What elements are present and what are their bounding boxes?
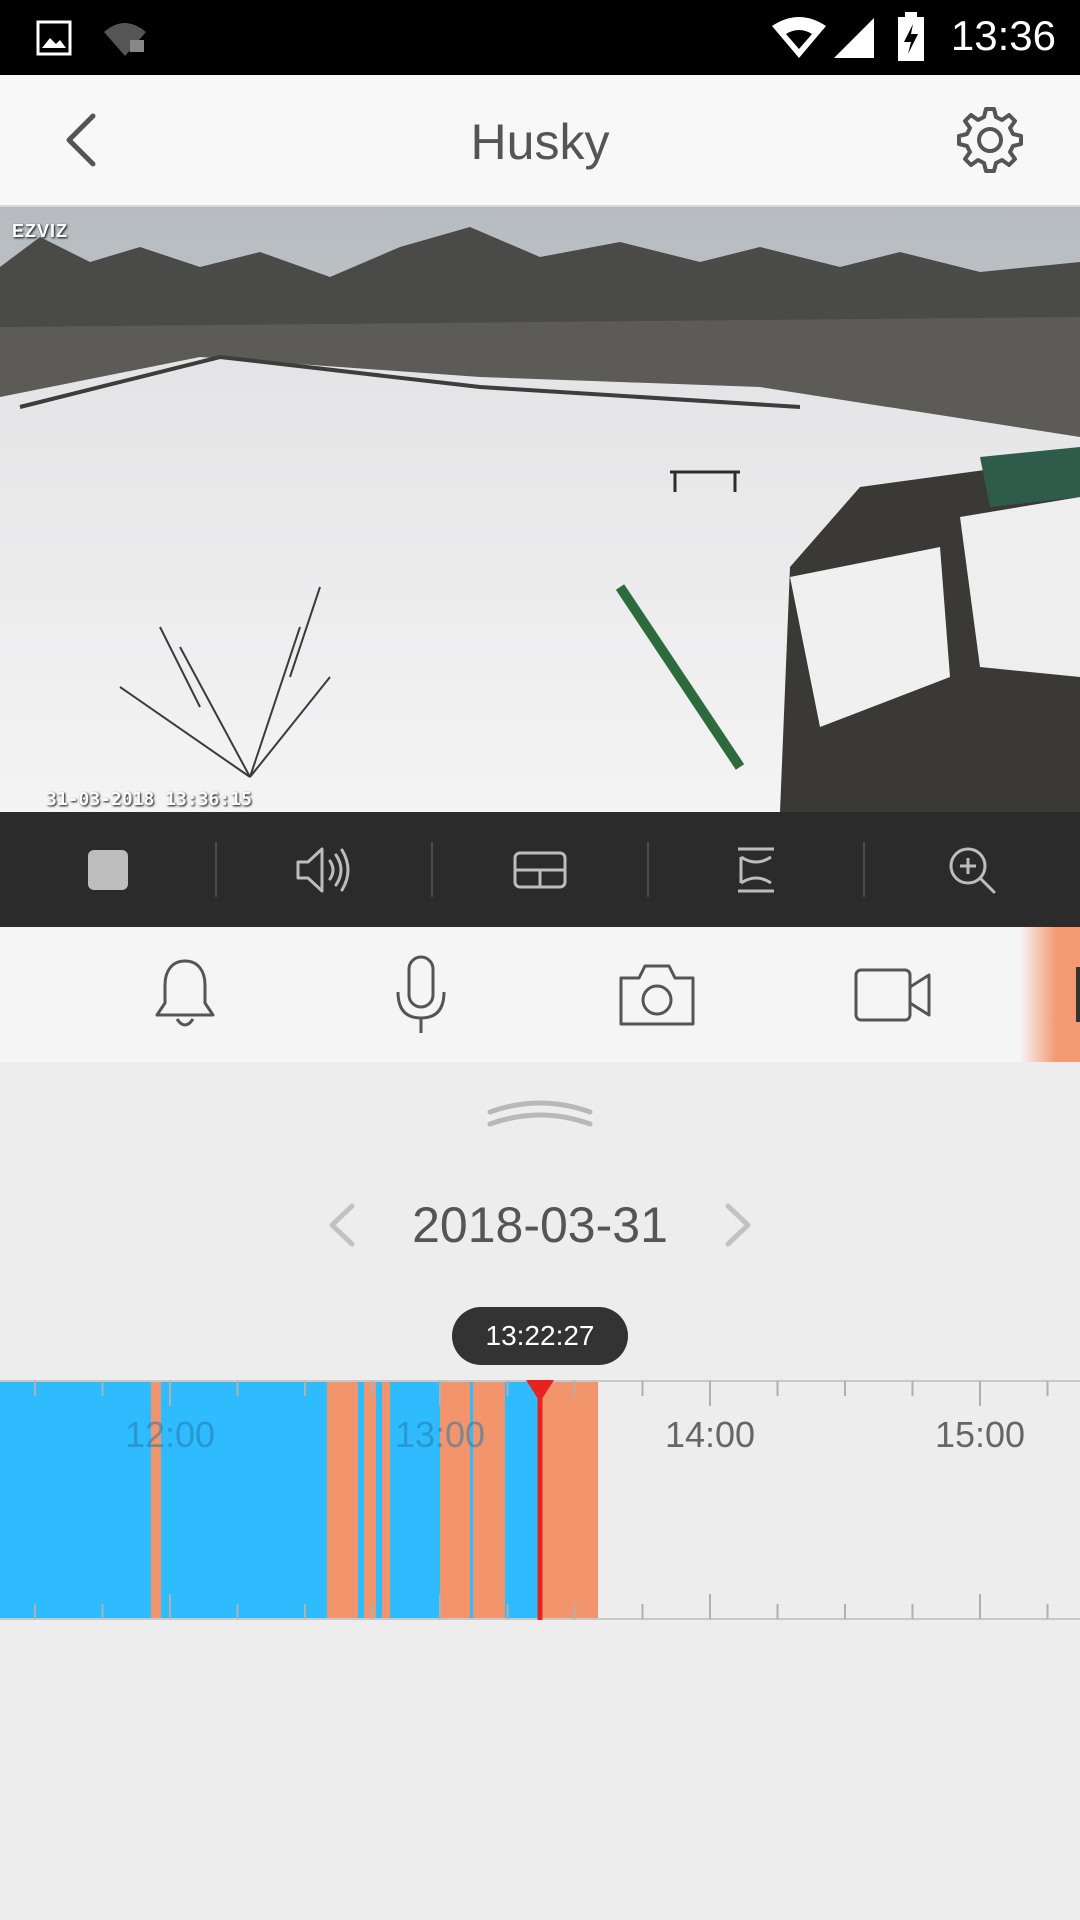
zoom-in-icon	[949, 847, 996, 893]
app-header: Husky	[0, 75, 1080, 207]
status-bar: 13:36	[0, 0, 1080, 75]
talk-button[interactable]	[341, 927, 501, 1062]
action-bar	[0, 927, 1080, 1062]
microphone-icon	[396, 955, 446, 1033]
playback-time-bubble: 13:22:27	[452, 1307, 628, 1365]
recording-segment	[376, 1381, 382, 1619]
gallery-icon	[36, 20, 72, 56]
settings-gear-icon[interactable]	[955, 105, 1025, 175]
cell-signal-icon	[834, 18, 874, 58]
camera-icon	[619, 964, 695, 1025]
date-selector: 2018-03-31	[0, 1190, 1080, 1260]
snow-scene-image	[0, 207, 1080, 812]
timeline-hour-label: 14:00	[665, 1414, 755, 1455]
event-segment	[364, 1381, 376, 1619]
expand-handle-icon[interactable]	[485, 1090, 595, 1130]
recording-segment	[505, 1381, 541, 1619]
video-timestamp: 31-03-2018 13:36:15	[46, 789, 252, 810]
next-day-button[interactable]	[718, 1200, 758, 1250]
scroll-hint-edge[interactable]	[1020, 927, 1080, 1062]
camera-video-feed[interactable]: EZVIZ 31-03-2018 13:36:15	[0, 207, 1080, 812]
timeline-hour-label: 12:00	[125, 1414, 215, 1455]
stop-icon	[88, 849, 128, 890]
video-camera-icon	[854, 968, 931, 1021]
recording-segment	[358, 1381, 364, 1619]
timeline-track[interactable]: 12:00 13:00 14:00 15:00	[0, 1380, 1080, 1620]
event-segment	[382, 1381, 390, 1619]
record-button[interactable]	[813, 927, 973, 1062]
bell-icon	[155, 959, 215, 1026]
event-segment	[327, 1381, 358, 1619]
current-date: 2018-03-31	[412, 1197, 668, 1253]
status-time: 13:36	[950, 12, 1056, 59]
hourglass-icon	[738, 847, 774, 892]
playback-timeline[interactable]: 12:00 13:00 14:00 15:00	[0, 1380, 1080, 1620]
stop-button[interactable]	[0, 812, 216, 927]
speaker-icon	[296, 847, 350, 892]
quality-button[interactable]	[432, 812, 648, 927]
wifi-locked-icon	[104, 23, 146, 56]
page-title: Husky	[470, 114, 610, 170]
fisheye-mode-button[interactable]	[648, 812, 864, 927]
timeline-hour-label: 15:00	[935, 1414, 1025, 1455]
event-segment	[541, 1381, 598, 1619]
sound-button[interactable]	[216, 812, 432, 927]
grid-view-icon	[513, 851, 567, 888]
battery-charging-icon	[898, 12, 924, 61]
screenshot-button[interactable]	[577, 927, 737, 1062]
video-control-bar	[0, 812, 1080, 927]
timeline-hour-label: 13:00	[395, 1414, 485, 1455]
alarm-button[interactable]	[105, 927, 265, 1062]
camera-brand-logo: EZVIZ	[12, 221, 69, 241]
zoom-button[interactable]	[864, 812, 1080, 927]
wifi-signal-icon	[772, 17, 826, 58]
